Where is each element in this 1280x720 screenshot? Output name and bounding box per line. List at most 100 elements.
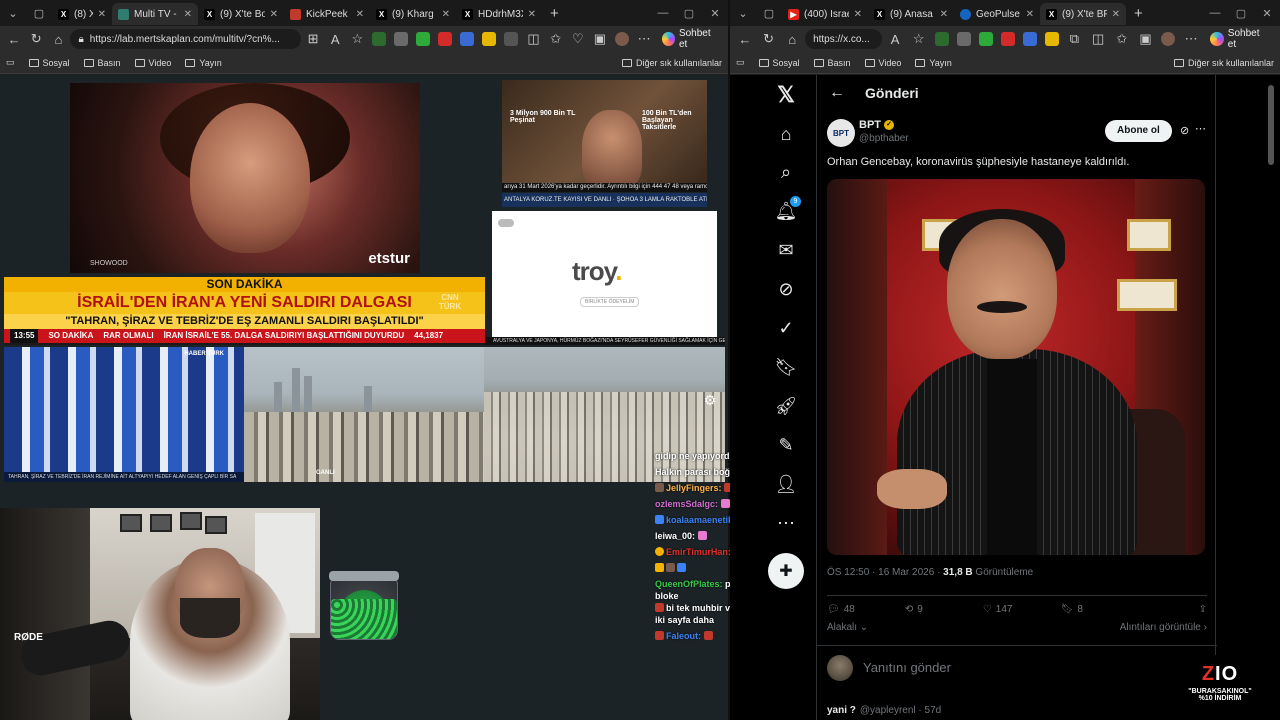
notifications-bell-icon[interactable]: 🔔︎ 9 [774,196,801,223]
bookmark-folder[interactable]: Basın [813,58,851,68]
close-icon[interactable]: ✕ [98,9,106,20]
collections-icon[interactable]: ▣ [1135,28,1157,50]
split-screen-icon[interactable]: ◫ [1087,28,1109,50]
bookmarks-toggle-icon[interactable]: ▭ [736,57,745,68]
author-avatar[interactable]: BPT [827,119,855,147]
bookmark-folder[interactable]: Sosyal [758,58,800,68]
favorite-star-icon[interactable]: ☆ [347,28,367,50]
close-window-icon[interactable]: ✕ [1254,7,1280,20]
home-icon[interactable]: ⌂ [48,28,68,50]
messages-icon[interactable]: ✉ [774,238,798,262]
bookmark-folder[interactable]: Video [134,58,171,68]
extensions-puzzle-icon[interactable]: ⧉ [1064,28,1086,50]
extension-icon[interactable] [438,32,453,46]
left-tab-3[interactable]: KickPeek - Kick ✕ [284,3,370,25]
bookmark-button[interactable]: 🔖︎ 8 [1061,602,1139,617]
bookmark-folder[interactable]: Sosyal [28,58,70,68]
read-aloud-icon[interactable]: A [325,28,345,50]
right-tab-1[interactable]: X (9) Anasa ✕ [868,3,954,25]
close-icon[interactable]: ✕ [1026,9,1034,20]
right-tab-2[interactable]: GeoPulse ✕ [954,3,1040,25]
extension-icon[interactable] [394,32,409,46]
maximize-icon[interactable]: ▢ [1228,7,1254,20]
refresh-icon[interactable]: ↻ [758,28,780,50]
post-timestamp[interactable]: ÖS 12:50 · 16 Mar 2026 · [827,567,943,578]
reply-button[interactable]: 💬︎ 48 [827,602,905,617]
left-tab-5[interactable]: X HDdrhM3XIAA ✕ [456,3,542,25]
extension-icon[interactable] [482,32,497,46]
compose-post-button[interactable]: ✚ [768,553,804,589]
user-avatar[interactable] [827,654,853,681]
favorites-icon[interactable]: ✩ [546,28,566,50]
other-bookmarks[interactable]: Diğer sık kullanılanlar [621,58,722,68]
profile-avatar-icon[interactable] [1161,32,1176,46]
x-logo-icon[interactable]: 𝕏 [774,82,798,107]
tab-actions-icon[interactable]: ⌄ [0,0,26,26]
favorite-star-icon[interactable]: ☆ [908,28,930,50]
bookmark-folder[interactable]: Video [864,58,901,68]
close-icon[interactable]: ✕ [528,9,536,20]
extension-icon[interactable] [372,32,387,46]
minimize-icon[interactable]: — [1202,7,1228,20]
back-icon[interactable]: ← [734,28,756,50]
extension-icon[interactable] [978,32,993,46]
home-icon[interactable]: ⌂ [774,122,798,146]
copilot-button[interactable]: Sohbet et [656,28,724,50]
more-options-icon[interactable]: ⋯ [774,511,798,535]
right-tab-3[interactable]: X (9) X'te BPT: "C ✕ [1040,3,1126,25]
extension-icon[interactable] [1022,32,1037,46]
bookmarks-icon[interactable]: 🔖︎ [774,355,798,379]
grok-icon[interactable]: ⊘ [774,277,798,301]
right-tab-0[interactable]: ▶ (400) Israel Live ✕ [782,3,868,25]
repost-button[interactable]: ⟲ 9 [905,602,983,617]
minimize-icon[interactable]: — [650,7,676,20]
home-icon[interactable]: ⌂ [781,28,803,50]
close-icon[interactable]: ✕ [270,9,278,20]
verified-orgs-icon[interactable]: ✓ [774,316,798,340]
more-icon[interactable]: ⋯ [1180,28,1202,50]
back-icon[interactable]: ← [4,28,24,50]
close-icon[interactable]: ✕ [184,9,192,20]
bookmark-folder[interactable]: Yayın [185,58,222,68]
post-image[interactable] [827,179,1205,555]
jobs-rocket-icon[interactable]: 🚀︎ [774,394,798,418]
like-button[interactable]: ♡ 147 [983,602,1061,617]
reply-author-handle[interactable]: @yapleyrenl · 57d [860,705,941,716]
close-icon[interactable]: ✕ [854,9,862,20]
close-icon[interactable]: ✕ [356,9,364,20]
bookmark-folder[interactable]: Basın [83,58,121,68]
new-tab-icon[interactable]: + [542,5,567,22]
extension-icon[interactable] [460,32,475,46]
profile-icon[interactable]: 👤︎ [774,472,798,496]
video-player-5[interactable]: HABER TÜRK TAHRAN, ŞİRAZ VE TEBRİZ'DE İR… [4,347,244,482]
left-tab-4[interactable]: X (9) Kharg - Ar ✕ [370,3,456,25]
author-name-row[interactable]: BPT ✓ [859,119,894,131]
profile-avatar-icon[interactable] [615,32,630,46]
close-icon[interactable]: ✕ [442,9,450,20]
browser-essentials-icon[interactable]: ♡ [568,28,588,50]
close-icon[interactable]: ✕ [1112,9,1120,20]
address-bar[interactable]: 🔒︎ https://lab.mertskaplan.com/multitv/?… [70,29,301,49]
collections-icon[interactable]: ▣ [590,28,610,50]
subscribe-button[interactable]: Abone ol [1105,120,1172,142]
workspaces-icon[interactable]: ▢ [26,0,52,26]
author-handle[interactable]: @bpthaber [859,133,909,144]
left-tab-0[interactable]: X (8) X Pro ✕ [52,3,112,25]
reply-input[interactable]: Yanıtını gönder [863,660,951,675]
extension-icon[interactable] [416,32,431,46]
split-screen-icon[interactable]: ◫ [523,28,543,50]
extension-icon[interactable] [1000,32,1015,46]
maximize-icon[interactable]: ▢ [676,7,702,20]
more-icon[interactable]: ⋯ [1195,122,1206,135]
left-tab-2[interactable]: X (9) X'te Bozuar ✕ [198,3,284,25]
close-icon[interactable]: ✕ [940,9,948,20]
video-player-1[interactable]: SHOWOOD etstur [70,83,420,273]
new-tab-icon[interactable]: + [1126,5,1151,22]
grok-explain-icon[interactable]: ⊘ [1180,124,1189,137]
refresh-icon[interactable]: ↻ [26,28,46,50]
other-bookmarks[interactable]: Diğer sık kullanılanlar [1173,58,1274,68]
video-player-6[interactable]: GANLI [244,347,484,482]
extension-icon[interactable] [1044,32,1059,46]
bookmarks-toggle-icon[interactable]: ▭ [6,57,15,68]
compose-article-icon[interactable]: ✎ [774,433,798,457]
